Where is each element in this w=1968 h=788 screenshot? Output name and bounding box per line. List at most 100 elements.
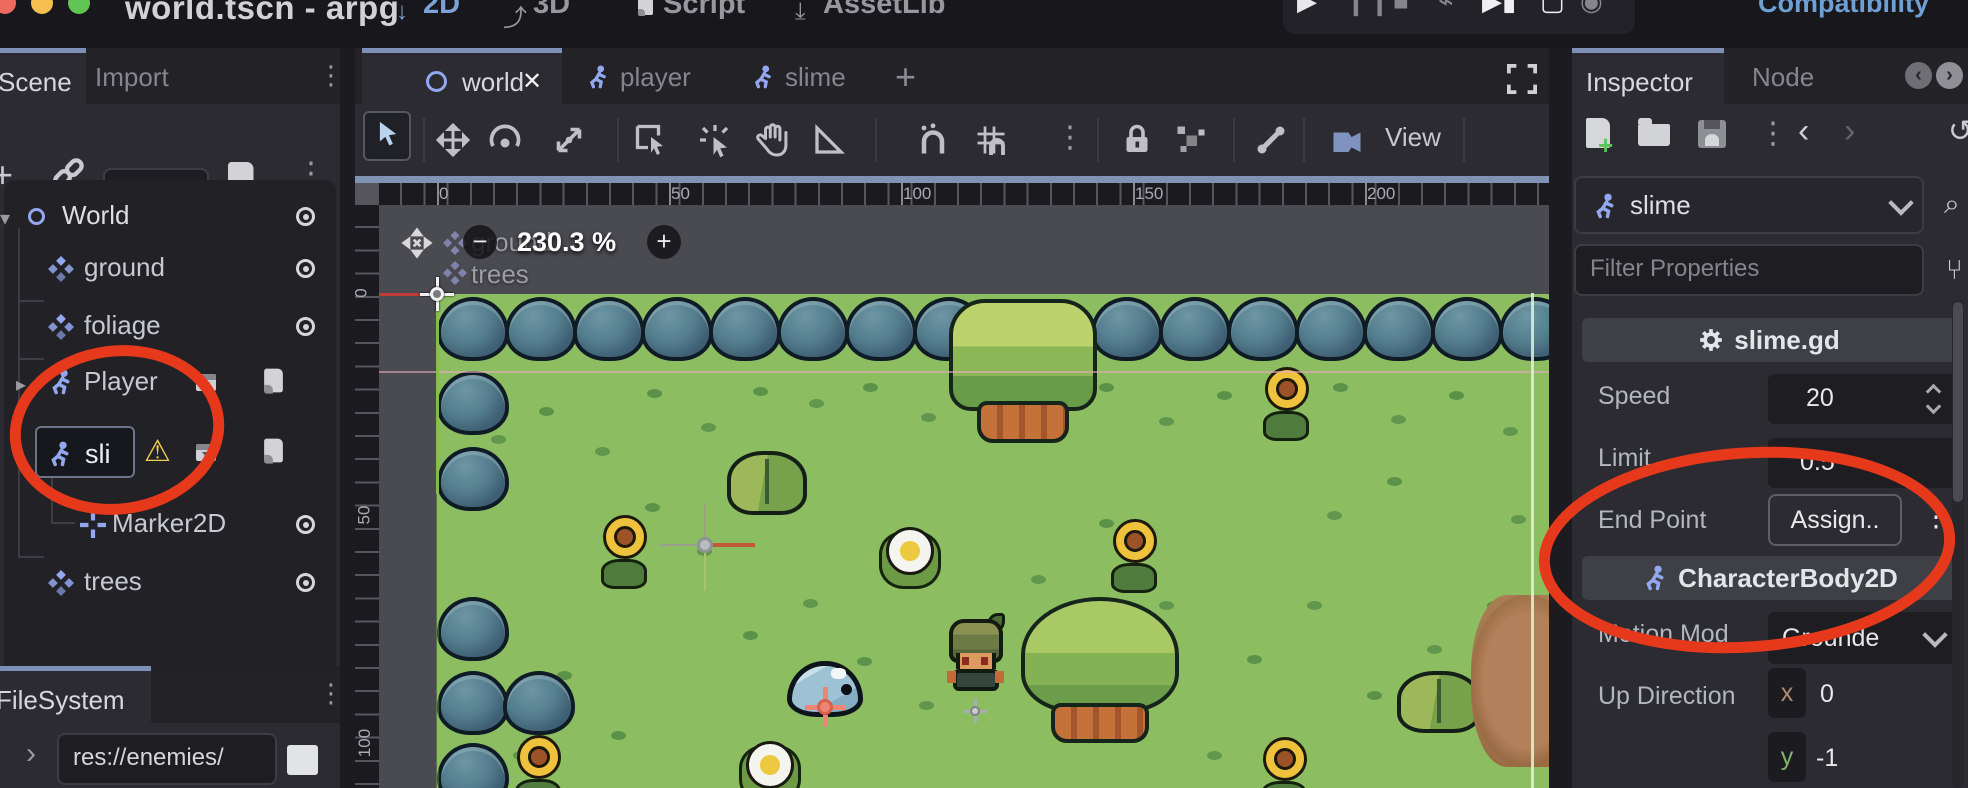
stop-button[interactable]: ■ (1393, 0, 1409, 17)
fullscreen-icon[interactable] (1507, 64, 1537, 94)
tab-import[interactable]: Import (95, 62, 169, 93)
node-rename-input[interactable] (83, 438, 133, 471)
script-icon[interactable] (265, 439, 284, 463)
characterbody2d-section-header[interactable]: CharacterBody2D (1582, 556, 1956, 600)
snap-options-menu-icon[interactable]: ⋮ (1055, 120, 1085, 155)
scale-tool-icon[interactable] (551, 122, 587, 158)
expand-caret-icon[interactable]: ▸ (16, 372, 26, 397)
tree-row-foliage[interactable]: foliage (4, 312, 340, 342)
close-traffic-light[interactable] (0, 0, 16, 14)
tab-node[interactable]: Node (1752, 62, 1814, 93)
tools-icon[interactable]: ⑂ (1946, 254, 1963, 286)
save-icon[interactable] (1698, 120, 1726, 148)
tree-row-ground[interactable]: ground (4, 254, 340, 284)
up-direction-y-value[interactable]: -1 (1816, 744, 1838, 773)
layer-label-trees[interactable]: trees (471, 259, 529, 290)
maximize-traffic-light[interactable] (68, 0, 90, 14)
smart-snap-icon[interactable] (915, 122, 951, 158)
remote-debug-button[interactable]: ⌁ (1438, 0, 1454, 17)
visibility-eye-icon[interactable] (296, 259, 315, 278)
tab-inspector[interactable]: Inspector (1572, 48, 1724, 104)
inspector-menu-icon[interactable]: ⋮ (1758, 116, 1788, 151)
new-resource-icon[interactable]: + (1586, 118, 1610, 148)
script-icon[interactable] (265, 369, 284, 393)
spinner-icon[interactable] (1926, 388, 1942, 410)
history-back-arrow-icon[interactable]: ‹ (1798, 112, 1809, 151)
play-custom-scene-button[interactable]: ▢ (1540, 0, 1565, 17)
collapse-caret-icon[interactable]: ▾ (0, 206, 10, 231)
group-icon[interactable] (1173, 122, 1209, 158)
select-tool-button[interactable] (363, 111, 411, 161)
visibility-eye-icon[interactable] (296, 207, 315, 226)
tree-row-slime[interactable]: ⚠ (4, 426, 340, 480)
inspector-filter-box[interactable] (1574, 244, 1924, 296)
open-scene-icon[interactable] (196, 444, 216, 461)
dock-splitter-right[interactable] (1549, 48, 1572, 788)
edited-node-selector[interactable]: slime (1574, 176, 1924, 234)
file-icon[interactable] (287, 745, 318, 775)
scene-tab-slime[interactable]: slime (735, 48, 875, 104)
tree-row-marker2d[interactable]: Marker2D (4, 510, 340, 540)
history-forward-arrow-icon[interactable]: › (1844, 112, 1855, 151)
tab-scene[interactable]: Scene (0, 48, 86, 104)
measure-tool-icon[interactable] (811, 122, 847, 158)
visibility-eye-icon[interactable] (296, 515, 315, 534)
center-view-icon[interactable] (401, 227, 433, 259)
scene-tab-player[interactable]: player (570, 48, 720, 104)
move-tool-icon[interactable] (435, 122, 471, 158)
limit-value-box[interactable]: 0.5 (1768, 438, 1956, 488)
rotate-tool-icon[interactable] (487, 122, 523, 158)
workspace-tab-3d[interactable]: 3D (533, 0, 570, 21)
lock-icon[interactable] (1119, 122, 1155, 158)
pause-button[interactable]: ❙❙ (1345, 0, 1393, 17)
visibility-eye-icon[interactable] (296, 317, 315, 336)
filesystem-path-input[interactable] (71, 743, 267, 773)
grid-snap-icon[interactable] (973, 122, 1009, 158)
script-section-header[interactable]: slime.gd (1582, 318, 1956, 362)
camera-override-icon[interactable] (1329, 122, 1365, 158)
scene-dock-menu-icon[interactable]: ⋮ (318, 60, 340, 91)
load-resource-folder-icon[interactable] (1638, 124, 1670, 146)
2d-viewport[interactable]: 0 50 100 150 200 0 50 100 (355, 176, 1549, 788)
minimize-traffic-light[interactable] (31, 0, 53, 14)
up-direction-x-value[interactable]: 0 (1820, 680, 1834, 709)
scene-tab-world[interactable]: world ✕ (362, 48, 562, 104)
assign-button[interactable]: Assign.. (1768, 494, 1902, 546)
snap-select-icon[interactable] (697, 122, 733, 158)
zoom-level-value[interactable]: 230.3 % (517, 227, 616, 258)
close-tab-icon[interactable]: ✕ (522, 67, 542, 96)
tree-row-trees[interactable]: trees (4, 568, 340, 598)
bone-icon[interactable] (1253, 122, 1289, 158)
pan-tool-icon[interactable] (755, 122, 791, 158)
renderer-selector[interactable]: Compatibility (1758, 0, 1929, 19)
player-sprite[interactable] (945, 619, 1007, 697)
filesystem-menu-icon[interactable]: ⋮ (318, 678, 340, 709)
history-icon[interactable]: ↺ (1948, 114, 1968, 149)
tree-row-player[interactable]: ▸ Player (4, 368, 340, 398)
nav-forward-icon[interactable]: › (26, 737, 36, 771)
workspace-tab-assetlib[interactable]: AssetLib (823, 0, 945, 21)
property-options-icon[interactable]: ⋮ (1922, 500, 1950, 533)
node-rename-field[interactable] (35, 426, 135, 478)
zoom-out-button[interactable]: − (463, 225, 497, 259)
play-button[interactable]: ▶ (1297, 0, 1317, 17)
speed-value-box[interactable]: 20 (1768, 374, 1956, 424)
search-docs-icon[interactable]: ⌕ (1944, 188, 1960, 221)
list-select-icon[interactable] (633, 122, 669, 158)
motion-mode-dropdown[interactable]: Grounde (1768, 612, 1956, 664)
play-scene-button[interactable]: ▶▮ (1482, 0, 1516, 17)
inspector-filter-input[interactable] (1588, 254, 1872, 284)
zoom-in-button[interactable]: + (647, 225, 681, 259)
visibility-eye-icon[interactable] (296, 573, 315, 592)
history-back-icon[interactable]: ‹ (1905, 62, 1932, 89)
canvas-area[interactable]: ground trees − 230.3 % + (379, 205, 1549, 788)
tab-filesystem[interactable]: FileSystem (0, 666, 151, 723)
workspace-tab-script[interactable]: Script (663, 0, 745, 21)
movie-maker-button[interactable]: ◉ (1580, 0, 1603, 17)
inspector-scrollbar[interactable] (1952, 300, 1964, 788)
warning-icon[interactable]: ⚠ (144, 434, 171, 469)
workspace-tab-2d[interactable]: 2D (423, 0, 460, 21)
tree-row-world[interactable]: ▾ World (4, 202, 340, 232)
filesystem-path-box[interactable] (57, 733, 277, 785)
history-forward-icon[interactable]: › (1936, 62, 1963, 89)
